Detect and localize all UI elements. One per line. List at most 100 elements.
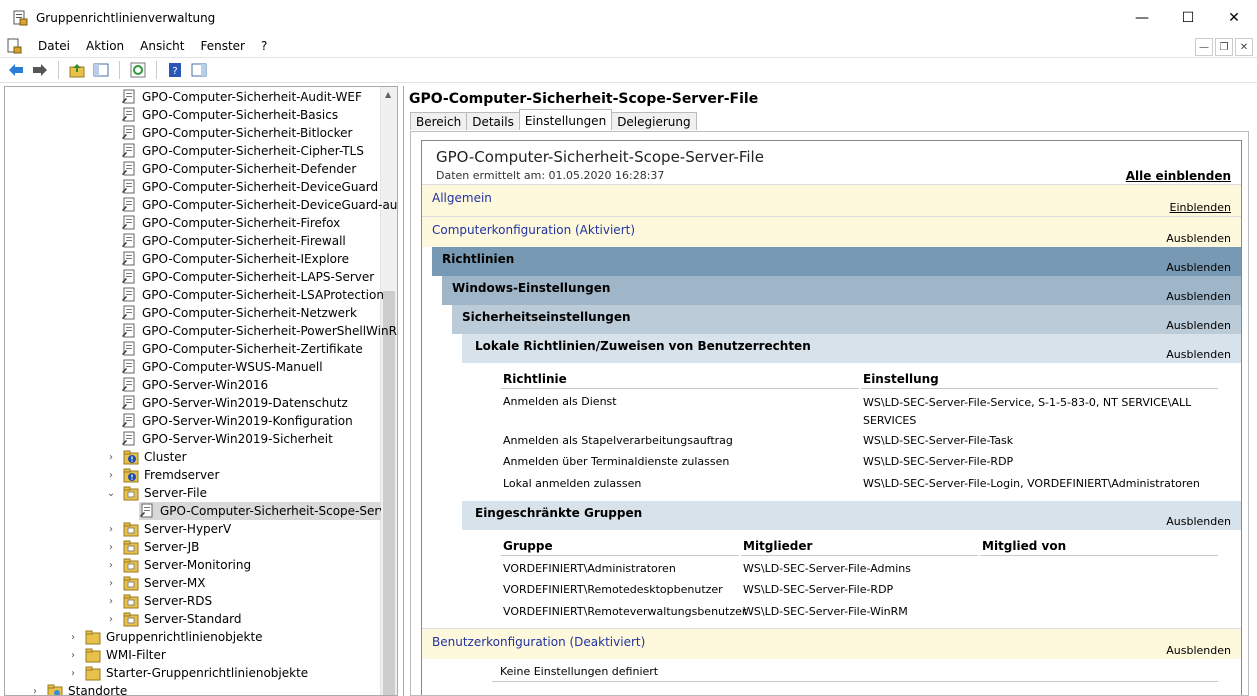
tab-einstellungen[interactable]: Einstellungen xyxy=(518,109,613,130)
tree-ou-rds[interactable]: › Server-RDS xyxy=(105,592,212,610)
tree-gpo-link[interactable]: GPO-Computer-Sicherheit-Basics xyxy=(121,106,338,124)
tree-ou-hyperv[interactable]: › Server-HyperV xyxy=(105,520,231,538)
column-header-mitglied-von: Mitglied von xyxy=(982,539,1067,553)
back-button[interactable] xyxy=(6,60,26,80)
menu-help[interactable]: ? xyxy=(253,39,275,53)
system-menu-icon[interactable] xyxy=(6,38,22,54)
show-tree-button[interactable] xyxy=(91,60,111,80)
tree-gpo-link[interactable]: GPO-Computer-Sicherheit-Bitlocker xyxy=(121,124,352,142)
tree-gpo-link[interactable]: GPO-Computer-Sicherheit-Zertifikate xyxy=(121,340,363,358)
tree-gpo-link[interactable]: GPO-Computer-Sicherheit-LSAProtection xyxy=(121,286,384,304)
console-tree[interactable]: ▲ GPO-Computer-Sicherheit-Audit-WEF GPO-C… xyxy=(4,86,398,696)
section-richtlinien[interactable]: Richtlinien Ausblenden xyxy=(432,247,1241,276)
expand-chevron-icon[interactable]: › xyxy=(105,596,117,607)
tree-gpo-link[interactable]: GPO-Computer-Sicherheit-Netzwerk xyxy=(121,304,357,322)
tree-gpo-link[interactable]: GPO-Computer-Sicherheit-Firewall xyxy=(121,232,346,250)
tree-ou-monitoring[interactable]: › Server-Monitoring xyxy=(105,556,251,574)
menu-fenster[interactable]: Fenster xyxy=(192,39,253,53)
expand-chevron-icon[interactable]: › xyxy=(105,470,117,481)
section-computerkonfiguration[interactable]: Computerkonfiguration (Aktiviert) Ausble… xyxy=(422,216,1241,247)
tree-standorte[interactable]: › Standorte xyxy=(29,682,127,696)
ausblenden-link-computer[interactable]: Ausblenden xyxy=(1166,232,1231,245)
report-title: GPO-Computer-Sicherheit-Scope-Server-Fil… xyxy=(436,148,764,166)
show-all-link[interactable]: Alle einblenden xyxy=(1126,169,1231,183)
section-allgemein[interactable]: Allgemein Einblenden xyxy=(422,184,1241,216)
menu-datei[interactable]: Datei xyxy=(30,39,78,53)
help-button[interactable]: ? xyxy=(165,60,185,80)
tree-starter-gpos[interactable]: › Starter-Gruppenrichtlinienobjekte xyxy=(67,664,308,682)
settings-report-container: GPO-Computer-Sicherheit-Scope-Server-Fil… xyxy=(410,131,1249,696)
expand-chevron-icon[interactable]: › xyxy=(67,632,79,643)
section-eingeschraenkte-gruppen[interactable]: Eingeschränkte Gruppen Ausblenden xyxy=(462,501,1241,530)
tree-gpo-link[interactable]: GPO-Computer-Sicherheit-IExplore xyxy=(121,250,349,268)
einblenden-link[interactable]: Einblenden xyxy=(1170,201,1231,214)
up-folder-button[interactable] xyxy=(67,60,87,80)
tree-ou-cluster[interactable]: › Cluster xyxy=(105,448,187,466)
refresh-button[interactable] xyxy=(128,60,148,80)
tree-ou-mx[interactable]: › Server-MX xyxy=(105,574,206,592)
tab-delegierung[interactable]: Delegierung xyxy=(611,112,697,130)
ausblenden-link-sicherheit[interactable]: Ausblenden xyxy=(1166,319,1231,332)
minimize-button[interactable]: — xyxy=(1119,0,1165,36)
expand-chevron-icon[interactable]: › xyxy=(105,560,117,571)
tree-gpo-link[interactable]: GPO-Server-Win2019-Datenschutz xyxy=(121,394,348,412)
tab-bereich[interactable]: Bereich xyxy=(410,112,468,130)
close-button[interactable]: ✕ xyxy=(1211,0,1257,36)
scrollbar-thumb[interactable] xyxy=(383,291,395,695)
section-benutzerkonfiguration[interactable]: Benutzerkonfiguration (Deaktiviert) Ausb… xyxy=(422,628,1241,659)
tree-gpo-link[interactable]: GPO-Computer-Sicherheit-DeviceGuard xyxy=(121,178,378,196)
tree-gpo-link[interactable]: GPO-Computer-Sicherheit-Firefox xyxy=(121,214,340,232)
action-pane-button[interactable] xyxy=(189,60,209,80)
section-lokale-richtlinien[interactable]: Lokale Richtlinien/Zuweisen von Benutzer… xyxy=(462,334,1241,363)
tree-ou-server-file[interactable]: ⌄ Server-File xyxy=(105,484,207,502)
collapse-chevron-icon[interactable]: ⌄ xyxy=(105,488,117,499)
toolbar-separator xyxy=(119,61,120,79)
menu-aktion[interactable]: Aktion xyxy=(78,39,132,53)
maximize-button[interactable]: ☐ xyxy=(1165,0,1211,36)
expand-chevron-icon[interactable]: › xyxy=(67,650,79,661)
mdi-close-button[interactable]: ✕ xyxy=(1235,38,1253,56)
forward-button[interactable] xyxy=(30,60,50,80)
expand-chevron-icon[interactable]: › xyxy=(105,542,117,553)
tree-gpo-link[interactable]: GPO-Computer-Sicherheit-LAPS-Server xyxy=(121,268,374,286)
tree-ou-standard[interactable]: › Server-Standard xyxy=(105,610,242,628)
tree-node-label: GPO-Computer-Sicherheit-Netzwerk xyxy=(142,306,357,320)
tree-gpo-link[interactable]: GPO-Server-Win2016 xyxy=(121,376,268,394)
ausblenden-link-richtlinien[interactable]: Ausblenden xyxy=(1166,261,1231,274)
ausblenden-link-lokale[interactable]: Ausblenden xyxy=(1166,348,1231,361)
scroll-up-arrow-icon[interactable]: ▲ xyxy=(385,90,391,99)
section-windows-einstellungen[interactable]: Windows-Einstellungen Ausblenden xyxy=(442,276,1241,305)
tree-gruppenrichtlinienobjekte[interactable]: › Gruppenrichtlinienobjekte xyxy=(67,628,263,646)
ausblenden-link-gruppen[interactable]: Ausblenden xyxy=(1166,515,1231,528)
tree-gpo-link[interactable]: GPO-Computer-Sicherheit-Audit-WEF xyxy=(121,88,362,106)
tree-gpo-link[interactable]: GPO-Computer-Sicherheit-PowerShellWinRM xyxy=(121,322,397,340)
expand-chevron-icon[interactable]: › xyxy=(105,614,117,625)
expand-chevron-icon[interactable]: › xyxy=(105,578,117,589)
menu-ansicht[interactable]: Ansicht xyxy=(132,39,192,53)
expand-chevron-icon[interactable]: › xyxy=(105,452,117,463)
tree-gpo-link[interactable]: GPO-Server-Win2019-Sicherheit xyxy=(121,430,333,448)
tree-gpo-link[interactable]: GPO-Computer-WSUS-Manuell xyxy=(121,358,323,376)
mdi-restore-button[interactable]: ❐ xyxy=(1215,38,1233,56)
tree-scrollbar[interactable]: ▲ xyxy=(380,87,397,695)
tree-wmi-filter[interactable]: › WMI-Filter xyxy=(67,646,166,664)
tree-gpo-link[interactable]: GPO-Computer-Sicherheit-Defender xyxy=(121,160,356,178)
windows-einstellungen-label: Windows-Einstellungen xyxy=(452,281,611,295)
section-sicherheitseinstellungen[interactable]: Sicherheitseinstellungen Ausblenden xyxy=(452,305,1241,334)
help-book-icon: ? xyxy=(169,63,181,77)
tree-gpo-link-selected[interactable]: GPO-Computer-Sicherheit-Scope-Server-Fil… xyxy=(139,502,381,520)
tree-ou-jb[interactable]: › Server-JB xyxy=(105,538,199,556)
tab-details[interactable]: Details xyxy=(466,112,520,130)
expand-chevron-icon[interactable]: › xyxy=(67,668,79,679)
tree-gpo-link[interactable]: GPO-Server-Win2019-Konfiguration xyxy=(121,412,353,430)
ausblenden-link-benutzer[interactable]: Ausblenden xyxy=(1166,644,1231,657)
expand-chevron-icon[interactable]: › xyxy=(29,686,41,696)
gpo-link-icon xyxy=(122,431,135,446)
tree-ou-fremdserver[interactable]: › Fremdserver xyxy=(105,466,219,484)
tree-gpo-link[interactable]: GPO-Computer-Sicherheit-Cipher-TLS xyxy=(121,142,364,160)
mdi-minimize-button[interactable]: — xyxy=(1195,38,1213,56)
ausblenden-link-windows[interactable]: Ausblenden xyxy=(1166,290,1231,303)
tree-gpo-link[interactable]: GPO-Computer-Sicherheit-DeviceGuard-aus xyxy=(121,196,397,214)
expand-chevron-icon[interactable]: › xyxy=(105,524,117,535)
table-divider xyxy=(501,388,859,389)
